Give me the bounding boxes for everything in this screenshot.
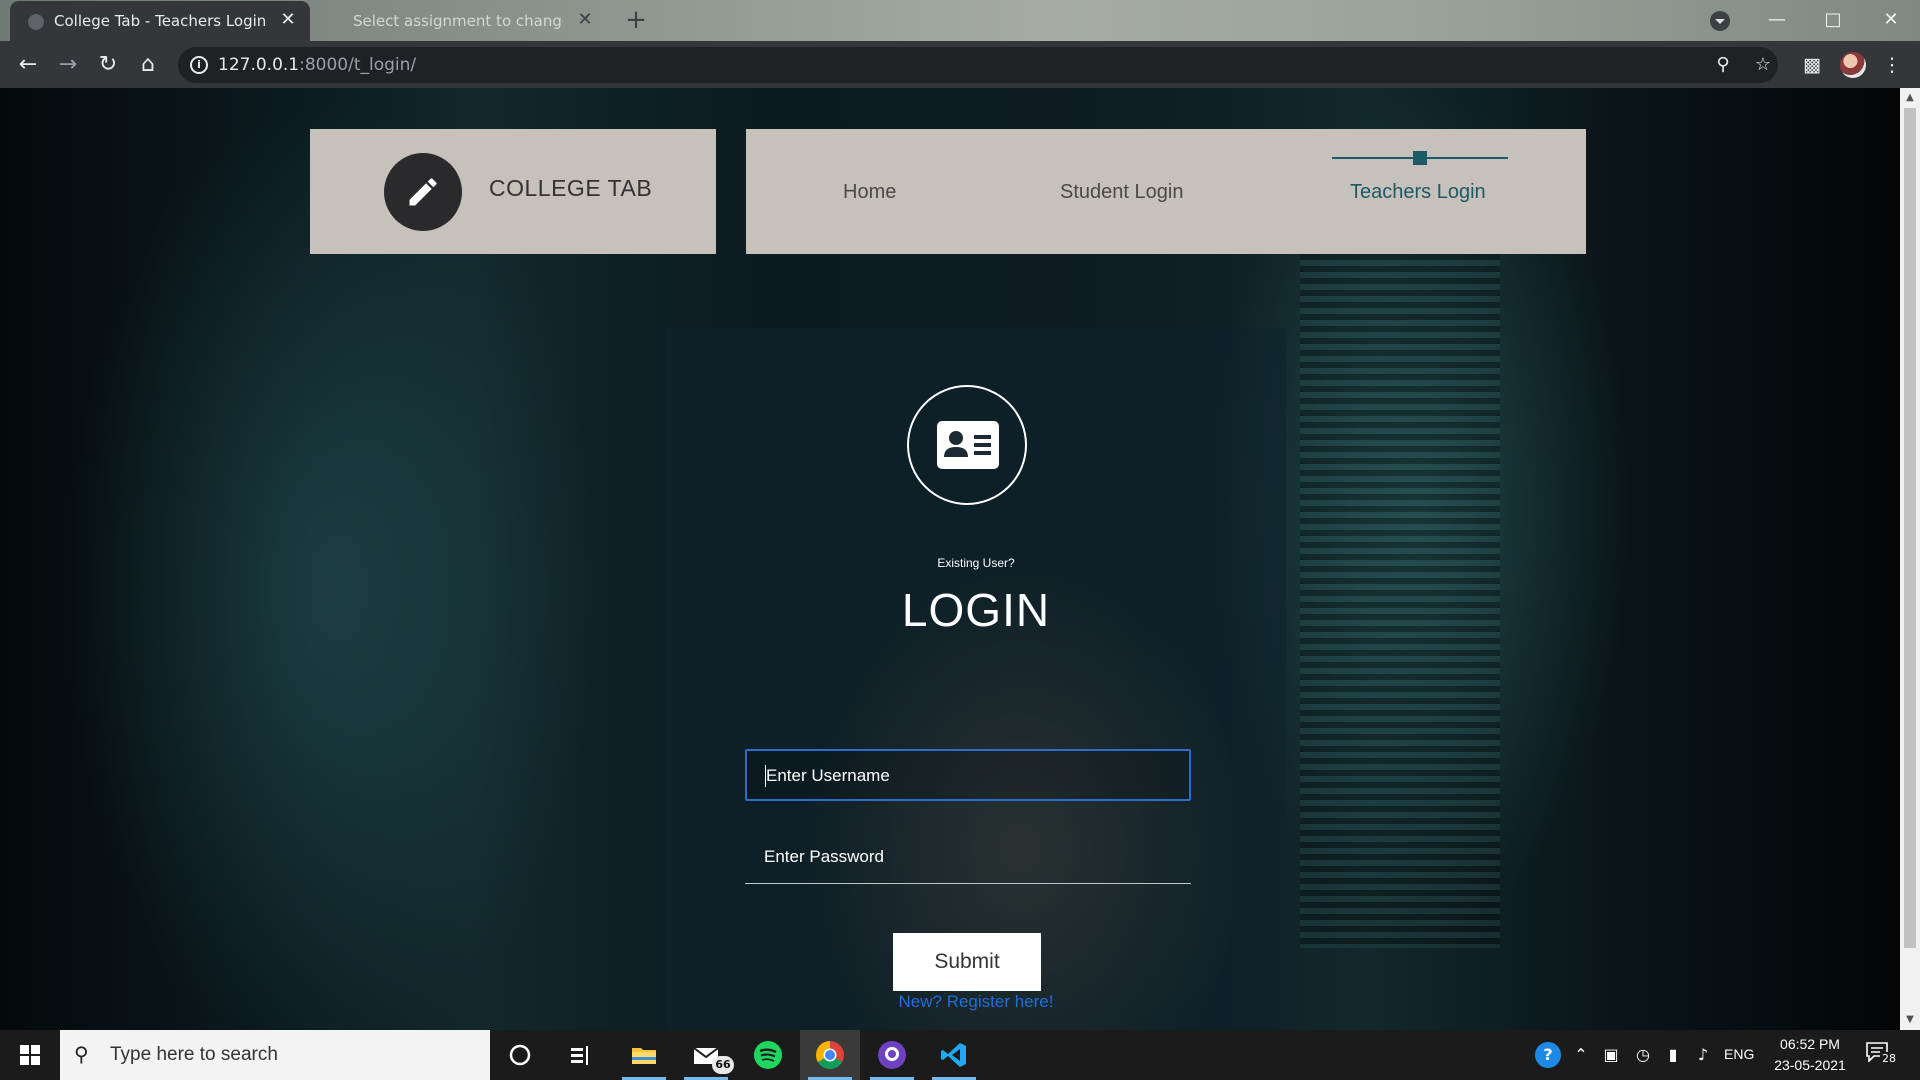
tab-title: College Tab - Teachers Login: [54, 12, 267, 30]
background-window-blinds: [1300, 248, 1500, 948]
taskbar-search[interactable]: ⚲ Type here to search: [60, 1030, 490, 1080]
page-background: COLLEGE TAB Home Student Login Teachers …: [0, 88, 1900, 1030]
extensions-puzzle-icon[interactable]: ▩: [1800, 53, 1824, 77]
browser-toolbar: ← → ↻ ⌂ i 127.0.0.1:8000/t_login/ ⚲ ☆ ▩ …: [0, 41, 1920, 88]
search-icon: ⚲: [74, 1042, 89, 1066]
windows-taskbar: ⚲ Type here to search 66 ? ⌃ ▣ ◷ ▮ ♪ ENG…: [0, 1030, 1920, 1080]
clock-time: 06:52 PM: [1780, 1036, 1840, 1052]
chrome-icon: [816, 1041, 844, 1069]
taskbar-chrome[interactable]: [800, 1030, 860, 1080]
maximize-icon[interactable]: □: [1810, 6, 1856, 34]
scroll-up-icon[interactable]: ▲: [1904, 92, 1916, 104]
task-view-button[interactable]: [550, 1030, 610, 1080]
tab-title: Select assignment to change | Django: [353, 12, 563, 30]
taskbar-spotify[interactable]: [738, 1030, 798, 1080]
tab-college-tab[interactable]: College Tab - Teachers Login ✕: [10, 1, 310, 41]
task-view-icon: [571, 1046, 588, 1065]
existing-user-text: Existing User?: [937, 556, 1015, 570]
kebab-menu-icon[interactable]: ⋮: [1880, 53, 1904, 77]
password-placeholder: Enter Password: [764, 847, 884, 866]
system-clock[interactable]: 06:52 PM 23-05-2021: [1766, 1034, 1854, 1076]
taskbar-vscode[interactable]: [924, 1030, 984, 1080]
register-link[interactable]: New? Register here!: [666, 992, 1286, 1012]
info-icon[interactable]: i: [190, 56, 208, 74]
forward-arrow-icon[interactable]: →: [52, 49, 84, 81]
wifi-icon[interactable]: ◷: [1632, 1044, 1654, 1066]
clock-date: 23-05-2021: [1774, 1057, 1846, 1073]
favicon-icon: [28, 14, 44, 30]
tab-close-icon[interactable]: ✕: [575, 10, 595, 30]
github-icon: [878, 1041, 906, 1069]
new-tab-button[interactable]: +: [622, 6, 650, 34]
spotify-icon: [754, 1041, 782, 1069]
bookmark-star-icon[interactable]: ☆: [1752, 54, 1774, 76]
meet-now-icon[interactable]: ▣: [1600, 1044, 1622, 1066]
brand-name: COLLEGE TAB: [489, 175, 653, 201]
page-scrollbar[interactable]: ▲ ▼: [1900, 88, 1920, 1030]
address-bar[interactable]: i 127.0.0.1:8000/t_login/ ⚲ ☆: [178, 47, 1778, 83]
url-text[interactable]: 127.0.0.1:8000/t_login/: [218, 55, 416, 75]
help-icon[interactable]: ?: [1535, 1042, 1561, 1068]
zoom-icon[interactable]: ⚲: [1712, 54, 1734, 76]
nav-student-login[interactable]: Student Login: [1060, 181, 1183, 204]
vscode-icon: [941, 1043, 966, 1067]
browser-tab-strip: College Tab - Teachers Login ✕ Select as…: [0, 0, 1920, 41]
login-panel: Existing User? LOGIN Enter Username Ente…: [666, 328, 1286, 1030]
id-card-badge: [907, 385, 1027, 505]
taskbar-mail[interactable]: 66: [676, 1030, 736, 1080]
nav-home[interactable]: Home: [843, 181, 896, 204]
reload-icon[interactable]: ↻: [92, 49, 124, 81]
back-arrow-icon[interactable]: ←: [12, 49, 44, 81]
home-icon[interactable]: ⌂: [132, 49, 164, 81]
notification-count: 28: [1880, 1052, 1898, 1065]
pencil-icon: [409, 178, 437, 206]
pencil-logo: [384, 153, 462, 231]
taskbar-file-explorer[interactable]: [614, 1030, 674, 1080]
tab-close-icon[interactable]: ✕: [278, 10, 298, 30]
mail-badge: 66: [712, 1056, 734, 1074]
nav-active-marker: [1413, 151, 1427, 165]
action-center-button[interactable]: 28: [1866, 1042, 1898, 1068]
windows-logo-icon: [20, 1045, 40, 1065]
cortana-button[interactable]: [490, 1030, 550, 1080]
nav-teachers-login[interactable]: Teachers Login: [1350, 181, 1486, 204]
tab-django-admin[interactable]: Select assignment to change | Django ✕: [333, 1, 603, 41]
start-button[interactable]: [0, 1030, 60, 1080]
tab-search-icon[interactable]: [1710, 11, 1730, 31]
scroll-thumb[interactable]: [1904, 108, 1916, 948]
submit-button[interactable]: Submit: [893, 933, 1041, 991]
profile-avatar[interactable]: [1840, 52, 1866, 78]
cortana-circle-icon: [509, 1044, 531, 1066]
battery-icon[interactable]: ▮: [1662, 1044, 1684, 1066]
login-heading: LOGIN: [901, 584, 1051, 636]
site-brand[interactable]: COLLEGE TAB: [310, 129, 716, 254]
main-nav: Home Student Login Teachers Login: [746, 129, 1586, 254]
minimize-icon[interactable]: —: [1754, 6, 1800, 34]
chevron-up-icon[interactable]: ⌃: [1570, 1044, 1592, 1066]
folder-icon: [632, 1048, 656, 1064]
volume-icon[interactable]: ♪: [1692, 1044, 1714, 1066]
scroll-down-icon[interactable]: ▼: [1904, 1014, 1916, 1026]
password-input[interactable]: Enter Password: [745, 832, 1191, 884]
username-placeholder: Enter Username: [766, 766, 890, 785]
id-card-icon: [937, 421, 999, 469]
search-placeholder: Type here to search: [110, 1044, 278, 1065]
language-indicator[interactable]: ENG: [1724, 1046, 1754, 1062]
close-window-icon[interactable]: ✕: [1868, 6, 1914, 34]
username-input[interactable]: Enter Username: [745, 749, 1191, 801]
taskbar-github-desktop[interactable]: [862, 1030, 922, 1080]
